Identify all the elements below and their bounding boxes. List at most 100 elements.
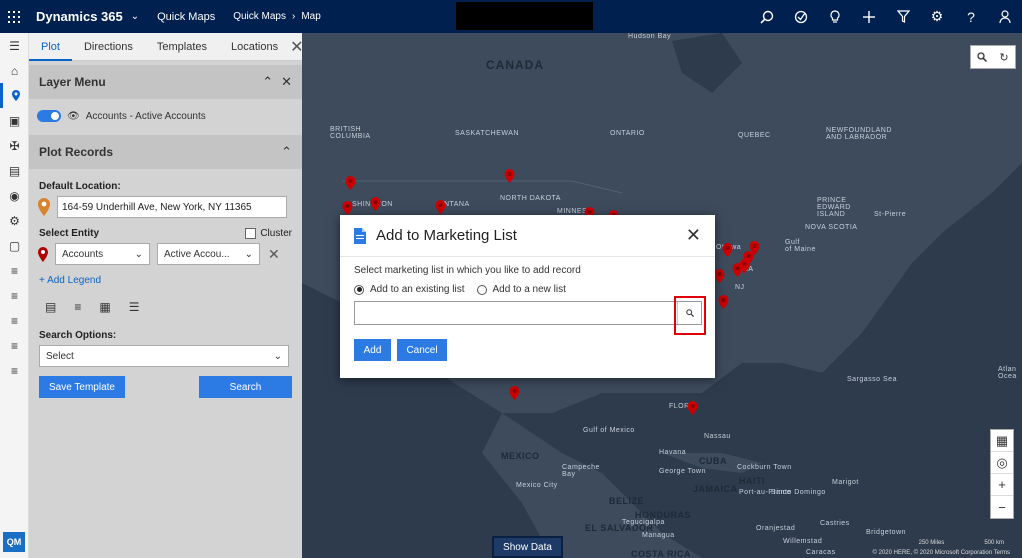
map-label: Tegucigalpa [622,519,665,526]
document-icon[interactable]: ▤ [45,300,56,314]
save-template-button[interactable]: Save Template [39,376,125,398]
map-label: Havana [659,449,687,456]
chevron-up-icon[interactable]: ⌃ [262,74,273,90]
map-label: HAITI [739,476,765,486]
close-icon[interactable]: ✕ [281,74,292,90]
map-label: NEWFOUNDLAND AND LABRADOR [826,127,892,141]
task-check-icon[interactable] [784,0,818,33]
existing-list-radio[interactable] [354,284,364,295]
layers-icon[interactable]: ≡ [0,258,29,283]
account-map-pin[interactable] [342,201,353,215]
cluster-checkbox[interactable] [245,228,257,239]
filter-icon[interactable] [886,0,920,33]
map-toolbar: ↻ [970,45,1016,69]
account-map-pin[interactable] [722,243,733,257]
account-map-pin[interactable] [749,241,760,255]
account-map-pin[interactable] [509,386,520,400]
entity-select[interactable]: Accounts ⌄ [55,243,150,265]
eye-icon[interactable]: 👁 [67,111,80,122]
add-legend-link[interactable]: + Add Legend [29,275,302,286]
map-label: COSTA RICA [631,549,691,558]
search-icon[interactable] [750,0,784,33]
layers-icon[interactable]: ≡ [0,308,29,333]
close-icon[interactable]: ✕ [686,225,701,246]
account-map-pin[interactable] [732,263,743,277]
map-style-icon[interactable]: ▦ [991,430,1013,452]
cancel-button[interactable]: Cancel [397,339,447,361]
format-toolbar: ▤ ≡ ▦ ☰ [29,300,302,314]
location-icon[interactable]: ◉ [0,183,29,208]
top-navigation-bar: Dynamics 365 ⌄ Quick Maps Quick Maps › M… [0,0,1022,33]
list-icon[interactable]: ☰ [129,300,140,314]
default-location-label: Default Location: [39,181,121,192]
help-icon[interactable]: ? [954,0,988,33]
default-location-value: 164-59 Underhill Ave, New York, NY 11365 [62,201,252,213]
account-map-pin[interactable] [504,169,515,183]
layer-row: 👁 Accounts - Active Accounts [29,99,302,133]
account-map-pin[interactable] [718,295,729,309]
breadcrumb-item[interactable]: Quick Maps [233,11,286,22]
app-badge[interactable]: QM [3,532,25,552]
tab-directions[interactable]: Directions [72,33,145,61]
account-map-pin[interactable] [370,197,381,211]
layers-icon[interactable]: ≡ [0,283,29,308]
map-label: Hudson Bay [628,33,672,40]
route-icon[interactable]: ✠ [0,133,29,158]
map-label: St-Pierre [874,211,907,218]
tab-templates[interactable]: Templates [145,33,219,61]
app-name[interactable]: Quick Maps [157,11,215,23]
marketing-list-input[interactable] [355,302,677,324]
account-map-pin[interactable] [687,401,698,415]
map-marker-icon[interactable]: ▣ [0,108,29,133]
app-launcher-icon[interactable] [0,0,28,33]
layers-icon[interactable]: ≡ [0,358,29,383]
section-title: Layer Menu [39,75,106,89]
default-location-input[interactable]: 164-59 Underhill Ave, New York, NY 11365 [57,196,287,218]
search-icon[interactable] [971,46,993,68]
new-list-radio[interactable] [476,284,487,295]
map-label: CUBA [699,456,727,466]
account-map-pin[interactable] [345,176,356,190]
layer-toggle[interactable] [37,110,61,122]
align-icon[interactable]: ≡ [74,300,81,314]
layer-menu-header: Layer Menu ⌃ ✕ [29,65,302,99]
lightbulb-icon[interactable] [818,0,852,33]
scale-miles: 250 Miles [918,540,945,546]
view-select[interactable]: Active Accou... ⌄ [157,243,260,265]
search-button[interactable]: Search [199,376,292,398]
home-icon[interactable]: ⌂ [0,58,29,83]
show-data-button[interactable]: Show Data [492,536,563,558]
account-map-pin[interactable] [435,200,446,214]
plot-records-header: Plot Records ⌃ [29,135,302,169]
tab-locations[interactable]: Locations [219,33,290,61]
close-icon[interactable]: ✕ [268,246,280,263]
add-button[interactable]: Add [354,339,391,361]
plot-panel: Plot Directions Templates Locations ✕ La… [29,33,304,558]
map-label: Oranjestad [756,525,796,532]
chevron-down-icon[interactable]: ⌄ [131,11,139,22]
zoom-out-button[interactable]: − [991,496,1013,518]
zoom-in-button[interactable]: + [991,474,1013,496]
chevron-down-icon: ⌄ [134,248,143,260]
brand-name[interactable]: Dynamics 365 [36,9,123,24]
search-options-select[interactable]: Select ⌄ [39,345,289,367]
map-attribution[interactable]: © 2020 HERE, © 2020 Microsoft Corporatio… [873,550,1010,556]
layers-icon[interactable]: ≡ [0,333,29,358]
locate-icon[interactable]: ◎ [991,452,1013,474]
account-map-pin[interactable] [714,269,725,283]
user-icon[interactable] [988,0,1022,33]
document-icon[interactable]: ▤ [0,158,29,183]
map-pin-icon[interactable] [0,83,29,108]
gear-icon[interactable]: ⚙ [0,208,29,233]
plus-icon[interactable] [852,0,886,33]
map-label: JAMAICA [693,484,738,494]
gear-icon[interactable]: ⚙ [920,0,954,33]
refresh-icon[interactable]: ↻ [993,46,1015,68]
chevron-up-icon[interactable]: ⌃ [281,144,292,160]
map-label: Castries [820,520,850,527]
grid-icon[interactable]: ▦ [99,300,110,314]
monitor-icon[interactable]: ▢ [0,233,29,258]
map-label: NJ [735,284,745,291]
tab-plot[interactable]: Plot [29,33,72,61]
menu-icon[interactable]: ☰ [0,33,29,58]
